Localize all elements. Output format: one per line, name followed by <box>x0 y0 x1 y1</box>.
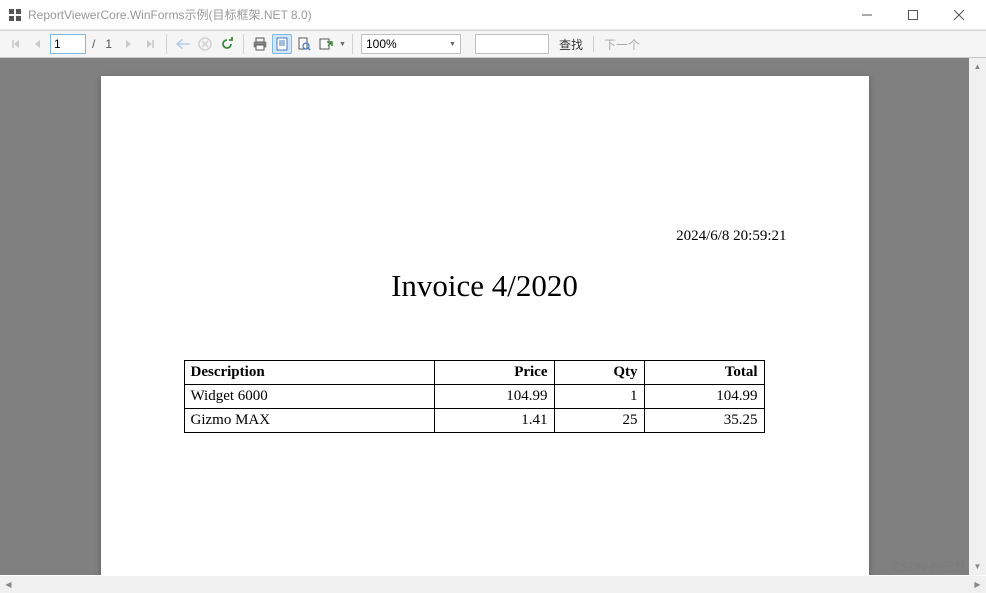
chevron-down-icon: ▼ <box>449 41 456 48</box>
print-button[interactable] <box>250 34 270 54</box>
cell-qty: 1 <box>554 385 644 409</box>
separator <box>243 34 244 54</box>
back-button[interactable] <box>173 34 193 54</box>
scroll-track[interactable] <box>969 75 986 558</box>
export-dropdown-icon[interactable]: ▼ <box>339 41 346 48</box>
page-separator: / <box>88 37 99 51</box>
report-title: Invoice 4/2020 <box>101 268 869 304</box>
export-button[interactable] <box>316 34 336 54</box>
cell-description: Widget 6000 <box>184 385 434 409</box>
first-page-button[interactable] <box>6 34 26 54</box>
find-button[interactable]: 查找 <box>551 33 591 55</box>
cell-price: 104.99 <box>434 385 554 409</box>
page-holder: 2024/6/8 20:59:21 Invoice 4/2020 Descrip… <box>0 58 969 575</box>
table-row: Gizmo MAX 1.41 25 35.25 <box>184 409 764 433</box>
next-page-button[interactable] <box>118 34 138 54</box>
scroll-right-icon[interactable]: ▶ <box>969 576 986 593</box>
cell-qty: 25 <box>554 409 644 433</box>
scroll-up-icon[interactable]: ▲ <box>969 58 986 75</box>
cell-total: 104.99 <box>644 385 764 409</box>
find-next-button[interactable]: 下一个 <box>596 33 648 55</box>
prev-page-button[interactable] <box>28 34 48 54</box>
header-qty: Qty <box>554 361 644 385</box>
scroll-track[interactable] <box>17 576 969 593</box>
header-total: Total <box>644 361 764 385</box>
close-button[interactable] <box>936 0 982 30</box>
report-timestamp: 2024/6/8 20:59:21 <box>676 228 786 245</box>
header-price: Price <box>434 361 554 385</box>
last-page-button[interactable] <box>140 34 160 54</box>
invoice-table: Description Price Qty Total Widget 6000 … <box>184 360 765 433</box>
refresh-button[interactable] <box>217 34 237 54</box>
zoom-combo[interactable]: 100% ▼ <box>361 34 461 54</box>
report-toolbar: / 1 ▼ 100% ▼ 查找 下一个 <box>0 30 986 58</box>
maximize-button[interactable] <box>890 0 936 30</box>
cell-price: 1.41 <box>434 409 554 433</box>
vertical-scrollbar[interactable]: ▲ ▼ <box>969 58 986 575</box>
zoom-value: 100% <box>366 37 397 51</box>
minimize-button[interactable] <box>844 0 890 30</box>
window-title: ReportViewerCore.WinForms示例(目标框架.NET 8.0… <box>28 6 844 23</box>
app-icon <box>8 8 22 22</box>
report-page: 2024/6/8 20:59:21 Invoice 4/2020 Descrip… <box>101 76 869 575</box>
table-row: Widget 6000 104.99 1 104.99 <box>184 385 764 409</box>
cell-total: 35.25 <box>644 409 764 433</box>
horizontal-scrollbar[interactable]: ◀ ▶ <box>0 576 986 593</box>
report-viewer: 2024/6/8 20:59:21 Invoice 4/2020 Descrip… <box>0 58 986 575</box>
header-description: Description <box>184 361 434 385</box>
separator <box>166 34 167 54</box>
print-layout-button[interactable] <box>272 34 292 54</box>
page-setup-button[interactable] <box>294 34 314 54</box>
separator <box>593 36 594 52</box>
table-header-row: Description Price Qty Total <box>184 361 764 385</box>
window-controls <box>844 0 982 30</box>
separator <box>352 34 353 54</box>
page-total: 1 <box>101 37 116 51</box>
search-input[interactable] <box>475 34 549 54</box>
scroll-left-icon[interactable]: ◀ <box>0 576 17 593</box>
stop-button[interactable] <box>195 34 215 54</box>
scroll-down-icon[interactable]: ▼ <box>969 558 986 575</box>
cell-description: Gizmo MAX <box>184 409 434 433</box>
window-titlebar: ReportViewerCore.WinForms示例(目标框架.NET 8.0… <box>0 0 986 30</box>
page-number-input[interactable] <box>50 34 86 54</box>
